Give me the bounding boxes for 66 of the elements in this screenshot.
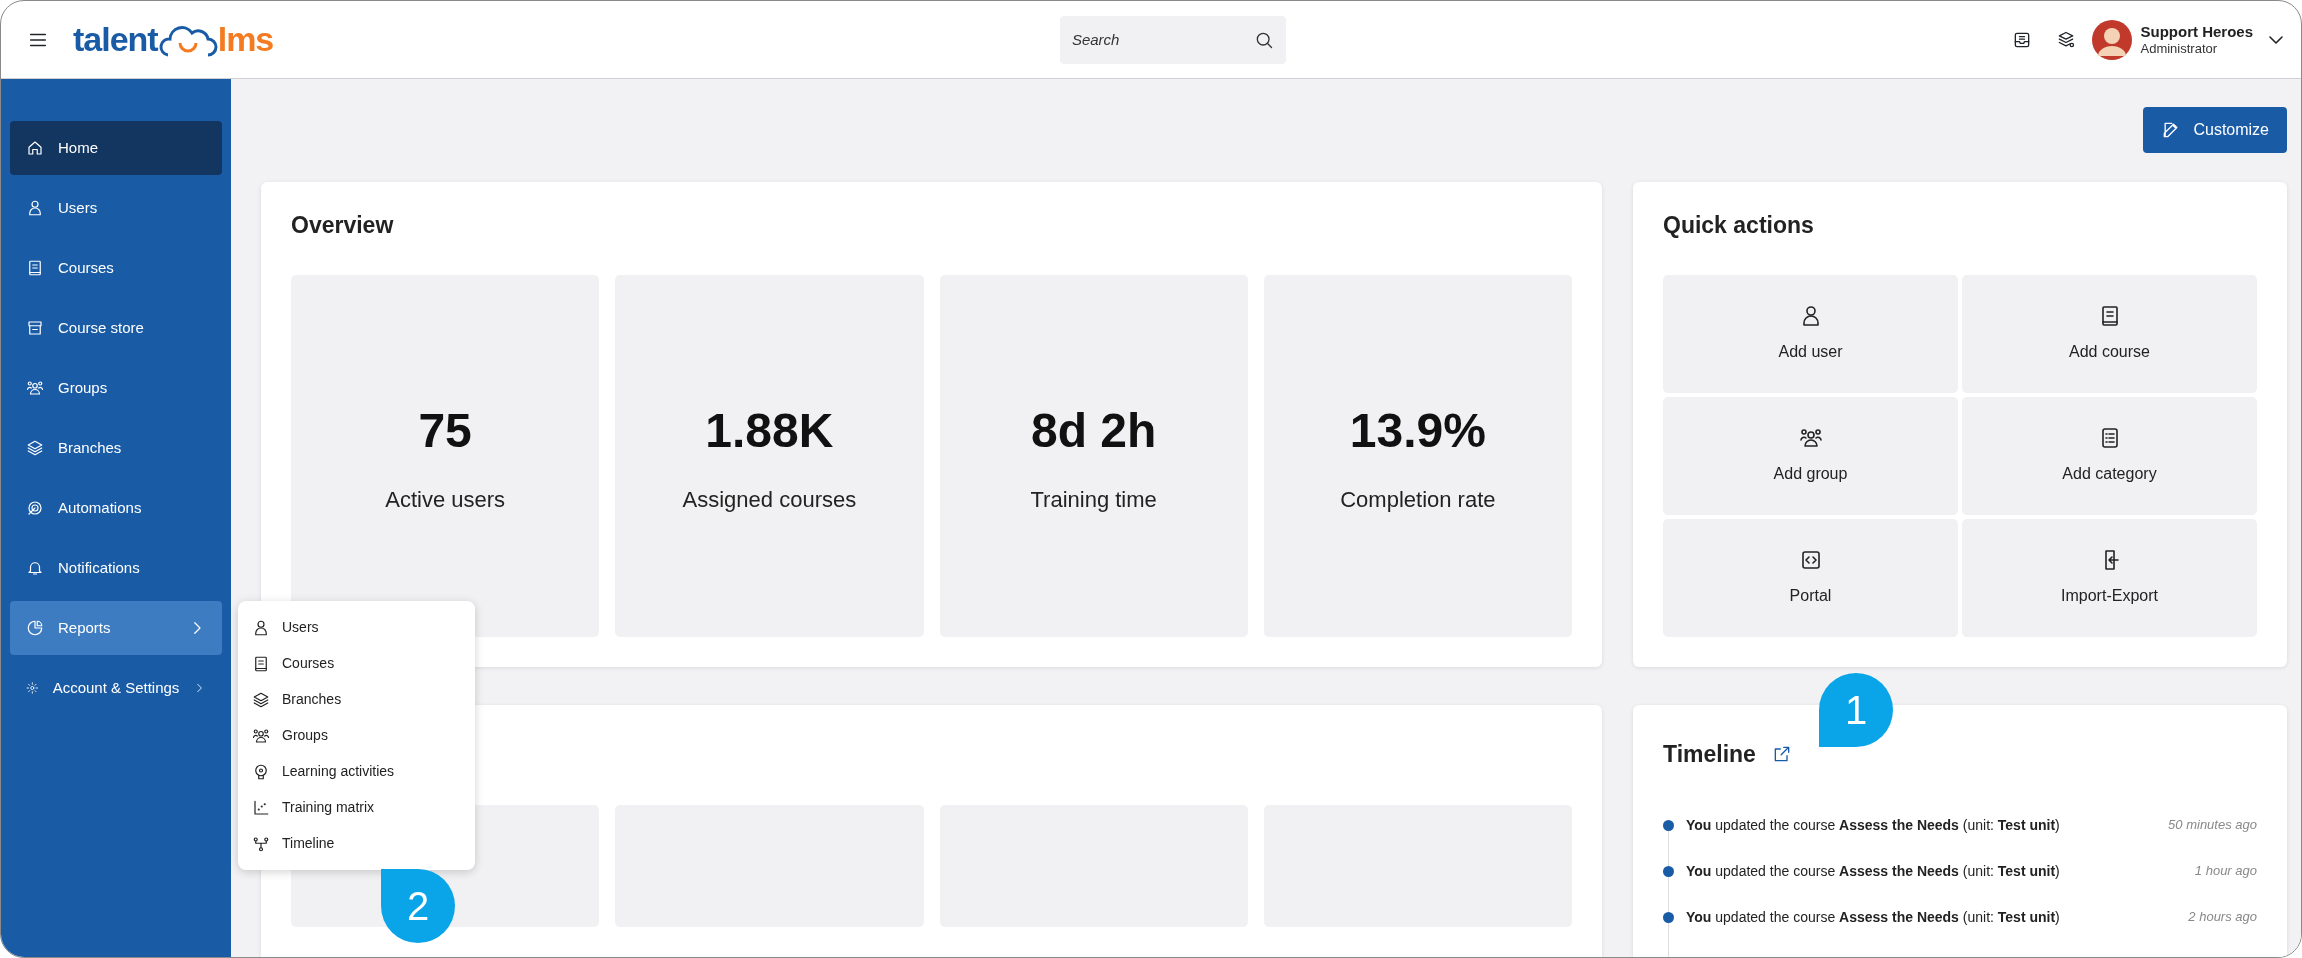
logo-text: lms: [217, 19, 274, 60]
timestamp: 2 hours ago: [2188, 908, 2257, 927]
timeline-dot: [1663, 911, 1674, 923]
timeline-entry: You updated the course Assess the Needs (unit: Test unit): [1686, 815, 2060, 835]
quick-action-button[interactable]: Add group: [1663, 396, 1958, 515]
group-icon: [26, 379, 44, 397]
customize-button[interactable]: Customize: [2143, 107, 2287, 153]
submenu-item[interactable]: Courses: [252, 649, 461, 678]
sidebar-item[interactable]: Groups: [10, 361, 222, 415]
submenu-item[interactable]: Learning activities: [252, 757, 461, 786]
pie-chart-icon: [26, 619, 44, 637]
timestamp: 1 hour ago: [2194, 862, 2257, 881]
user-icon: [26, 199, 44, 217]
bell-icon: [26, 559, 44, 577]
quick-action-button[interactable]: Add user: [1663, 274, 1958, 393]
sidebar-item[interactable]: Course store: [10, 301, 222, 355]
quick-action-button[interactable]: Add category: [1962, 396, 2257, 515]
stat-label: Training time: [1030, 486, 1157, 515]
sidebar-item[interactable]: Branches: [10, 421, 222, 475]
home-icon: [26, 139, 44, 157]
submenu-item[interactable]: Timeline: [252, 829, 461, 858]
avatar: [2092, 19, 2133, 60]
timeline-entry: You updated the course Assess the Needs (unit: Test unit): [1686, 907, 2060, 927]
timestamp: 50 minutes ago: [2168, 816, 2257, 835]
submenu-item[interactable]: Training matrix: [252, 793, 461, 822]
timeline-dot: [1663, 819, 1674, 831]
submenu-item[interactable]: Users: [252, 613, 461, 642]
search-field[interactable]: Search: [1059, 15, 1286, 64]
sidebar-item[interactable]: Account & Settings: [10, 661, 222, 715]
card-title: Timeline: [1663, 740, 1756, 769]
logo-text: talent: [73, 19, 158, 60]
stat-label: Active users: [385, 486, 506, 515]
user-role: Administrator: [2140, 40, 2219, 57]
submenu-item[interactable]: Groups: [252, 721, 461, 750]
timeline-entry: You updated the course Assess the Needs (unit: Test unit): [1686, 861, 2060, 881]
scatter-chart-icon: [252, 798, 270, 817]
stat-value: 8d 2h: [1030, 403, 1157, 460]
sidebar-item[interactable]: Users: [10, 181, 222, 235]
layers-icon: [252, 690, 270, 709]
layers-icon: [26, 439, 44, 457]
target-icon: [26, 499, 44, 517]
sidebar-item[interactable]: Automations: [10, 481, 222, 535]
stat-label: Assigned courses: [682, 486, 857, 515]
card-title: Quick actions: [1663, 212, 1815, 240]
quick-action-button[interactable]: Add course: [1962, 274, 2257, 393]
quick-action-button[interactable]: Portal: [1663, 518, 1958, 637]
sidebar-item[interactable]: Reports: [10, 601, 222, 655]
stat-value: 1.88K: [705, 403, 834, 460]
sidebar-item[interactable]: Home: [10, 121, 222, 175]
user-name: Support Heroes: [2140, 22, 2253, 41]
quick-action-button[interactable]: Import-Export: [1962, 518, 2257, 637]
group-icon: [252, 726, 270, 745]
stat-value: 75: [418, 403, 472, 460]
book-icon: [26, 259, 44, 277]
store-icon: [26, 319, 44, 337]
caret-icon: [2269, 35, 2283, 44]
sidebar-item[interactable]: Notifications: [10, 541, 222, 595]
timeline-icon: [252, 834, 270, 853]
submenu-item[interactable]: Branches: [252, 685, 461, 714]
stat-value: 13.9%: [1349, 403, 1486, 460]
card-title: Overview: [291, 212, 395, 240]
document-icon: [252, 654, 270, 673]
timeline-dot: [1663, 865, 1674, 877]
settings-icon: [26, 679, 39, 697]
sidebar-item[interactable]: Courses: [10, 241, 222, 295]
stat-label: Completion rate: [1340, 486, 1496, 515]
